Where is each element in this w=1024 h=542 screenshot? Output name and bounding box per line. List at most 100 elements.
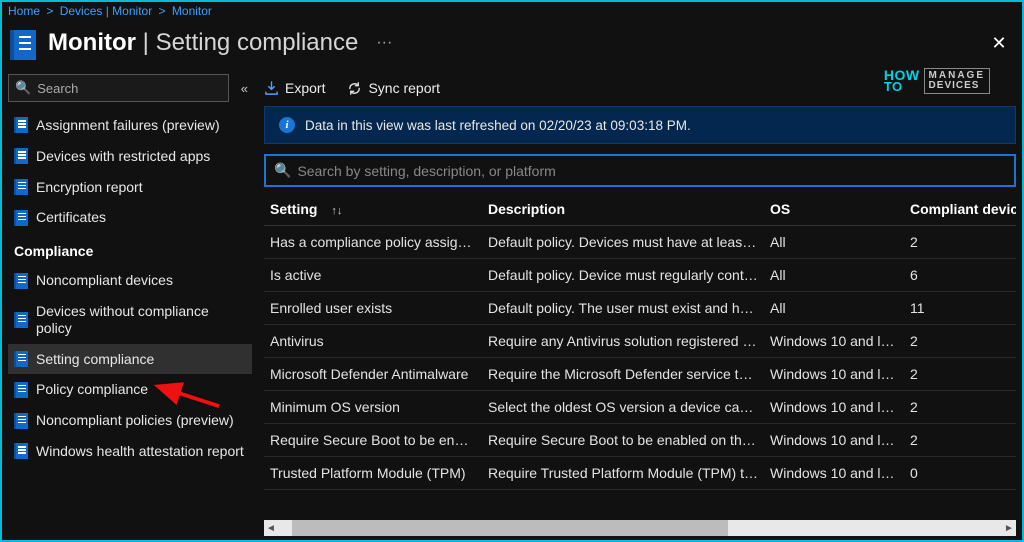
sidebar-item-label: Encryption report [36,179,143,196]
scroll-right-icon[interactable]: ► [1002,523,1016,534]
cell-setting: Enrolled user exists [264,292,482,325]
column-header-setting[interactable]: Setting ↑↓ [264,193,482,226]
sidebar-item-label: Setting compliance [36,351,154,368]
cell-compliant: 0 [904,457,1016,490]
sidebar-item[interactable]: Windows health attestation report [8,436,252,467]
cell-compliant: 6 [904,259,1016,292]
toolbar: Export Sync report [264,74,1016,106]
cell-description: Require any Antivirus solution registere… [482,325,764,358]
scroll-left-icon[interactable]: ◄ [264,523,278,534]
report-icon [14,117,28,133]
sort-icon: ↑↓ [331,205,342,217]
table-row[interactable]: AntivirusRequire any Antivirus solution … [264,325,1016,358]
chevron-right-icon: > [159,4,166,18]
table-row[interactable]: Require Secure Boot to be enabled on the… [264,424,1016,457]
scrollbar-thumb[interactable] [292,520,728,536]
breadcrumb-item[interactable]: Home [8,4,40,18]
report-icon [14,351,28,367]
sidebar-item[interactable]: Policy compliance [8,374,252,405]
cell-os: All [764,259,904,292]
more-actions-button[interactable]: ··· [376,34,392,52]
cell-compliant: 2 [904,358,1016,391]
table-row[interactable]: Minimum OS versionSelect the oldest OS v… [264,391,1016,424]
report-icon [14,312,28,328]
cell-setting: Microsoft Defender Antimalware [264,358,482,391]
column-header-os[interactable]: OS [764,193,904,226]
cell-os: All [764,292,904,325]
horizontal-scrollbar[interactable]: ◄ ► [264,520,1016,536]
monitor-icon [10,30,36,60]
close-button[interactable]: ✕ [988,33,1010,54]
sidebar-item-label: Devices with restricted apps [36,148,210,165]
sidebar-item[interactable]: Assignment failures (preview) [8,110,252,141]
sidebar-item[interactable]: Devices with restricted apps [8,141,252,172]
cell-setting: Trusted Platform Module (TPM) [264,457,482,490]
main-panel: Export Sync report i Data in this view w… [252,70,1022,536]
cell-description: Select the oldest OS version a device ca… [482,391,764,424]
sidebar-item-label: Policy compliance [36,381,148,398]
search-icon: 🔍 [15,80,31,96]
cell-os: Windows 10 and later [764,358,904,391]
cell-setting: Minimum OS version [264,391,482,424]
sidebar-item[interactable]: Certificates [8,202,252,233]
info-banner: i Data in this view was last refreshed o… [264,106,1016,144]
cell-description: Require Secure Boot to be enabled on the… [482,424,764,457]
cell-os: Windows 10 and later [764,391,904,424]
table-row[interactable]: Has a compliance policy assignedDefault … [264,226,1016,259]
sidebar-item-label: Devices without compliance policy [36,303,246,337]
page-header: Monitor | Setting compliance ··· ✕ [2,20,1022,70]
report-icon [14,443,28,459]
cell-compliant: 2 [904,391,1016,424]
refresh-icon [347,81,362,96]
column-header-description[interactable]: Description [482,193,764,226]
cell-setting: Antivirus [264,325,482,358]
cell-compliant: 2 [904,226,1016,259]
cell-description: Default policy. Device must regularly co… [482,259,764,292]
sidebar-item[interactable]: Noncompliant devices [8,265,252,296]
info-banner-text: Data in this view was last refreshed on … [305,118,691,133]
info-icon: i [279,117,295,133]
search-icon: 🔍 [274,162,291,179]
cell-description: Require Trusted Platform Module (TPM) to… [482,457,764,490]
table-row[interactable]: Trusted Platform Module (TPM)Require Tru… [264,457,1016,490]
cell-setting: Is active [264,259,482,292]
settings-table: Setting ↑↓ Description OS Compliant devi… [264,193,1016,490]
cell-os: Windows 10 and later [764,424,904,457]
collapse-sidebar-button[interactable]: « [237,81,252,96]
download-icon [264,81,279,96]
page-title: Monitor | Setting compliance [48,29,358,57]
cell-compliant: 11 [904,292,1016,325]
breadcrumb: Home > Devices | Monitor > Monitor [2,2,1022,20]
sidebar-item[interactable]: Noncompliant policies (preview) [8,405,252,436]
report-icon [14,413,28,429]
cell-os: Windows 10 and later [764,325,904,358]
sidebar-item[interactable]: Setting compliance [8,344,252,375]
breadcrumb-item[interactable]: Monitor [172,4,212,18]
sidebar-item[interactable]: Encryption report [8,172,252,203]
table-row[interactable]: Enrolled user existsDefault policy. The … [264,292,1016,325]
sidebar-item-label: Certificates [36,209,106,226]
report-icon [14,273,28,289]
report-icon [14,148,28,164]
export-button[interactable]: Export [264,80,325,96]
sidebar-item[interactable]: Devices without compliance policy [8,296,252,344]
chevron-right-icon: > [46,4,53,18]
cell-compliant: 2 [904,325,1016,358]
table-search-input[interactable]: 🔍 Search by setting, description, or pla… [264,154,1016,187]
cell-os: Windows 10 and later [764,457,904,490]
sidebar-item-label: Windows health attestation report [36,443,244,460]
breadcrumb-item[interactable]: Devices | Monitor [60,4,152,18]
sync-report-button[interactable]: Sync report [347,80,440,96]
table-row[interactable]: Microsoft Defender AntimalwareRequire th… [264,358,1016,391]
report-icon [14,382,28,398]
sidebar-item-label: Noncompliant policies (preview) [36,412,234,429]
sidebar: 🔍 Search « Assignment failures (preview)… [2,70,252,536]
table-row[interactable]: Is activeDefault policy. Device must reg… [264,259,1016,292]
sidebar-item-label: Noncompliant devices [36,272,173,289]
sidebar-item-label: Assignment failures (preview) [36,117,220,134]
cell-description: Default policy. Devices must have at lea… [482,226,764,259]
cell-setting: Require Secure Boot to be enabled on the… [264,424,482,457]
cell-description: Default policy. The user must exist and … [482,292,764,325]
sidebar-search-input[interactable]: 🔍 Search [8,74,229,102]
column-header-compliant[interactable]: Compliant devices [904,193,1016,226]
